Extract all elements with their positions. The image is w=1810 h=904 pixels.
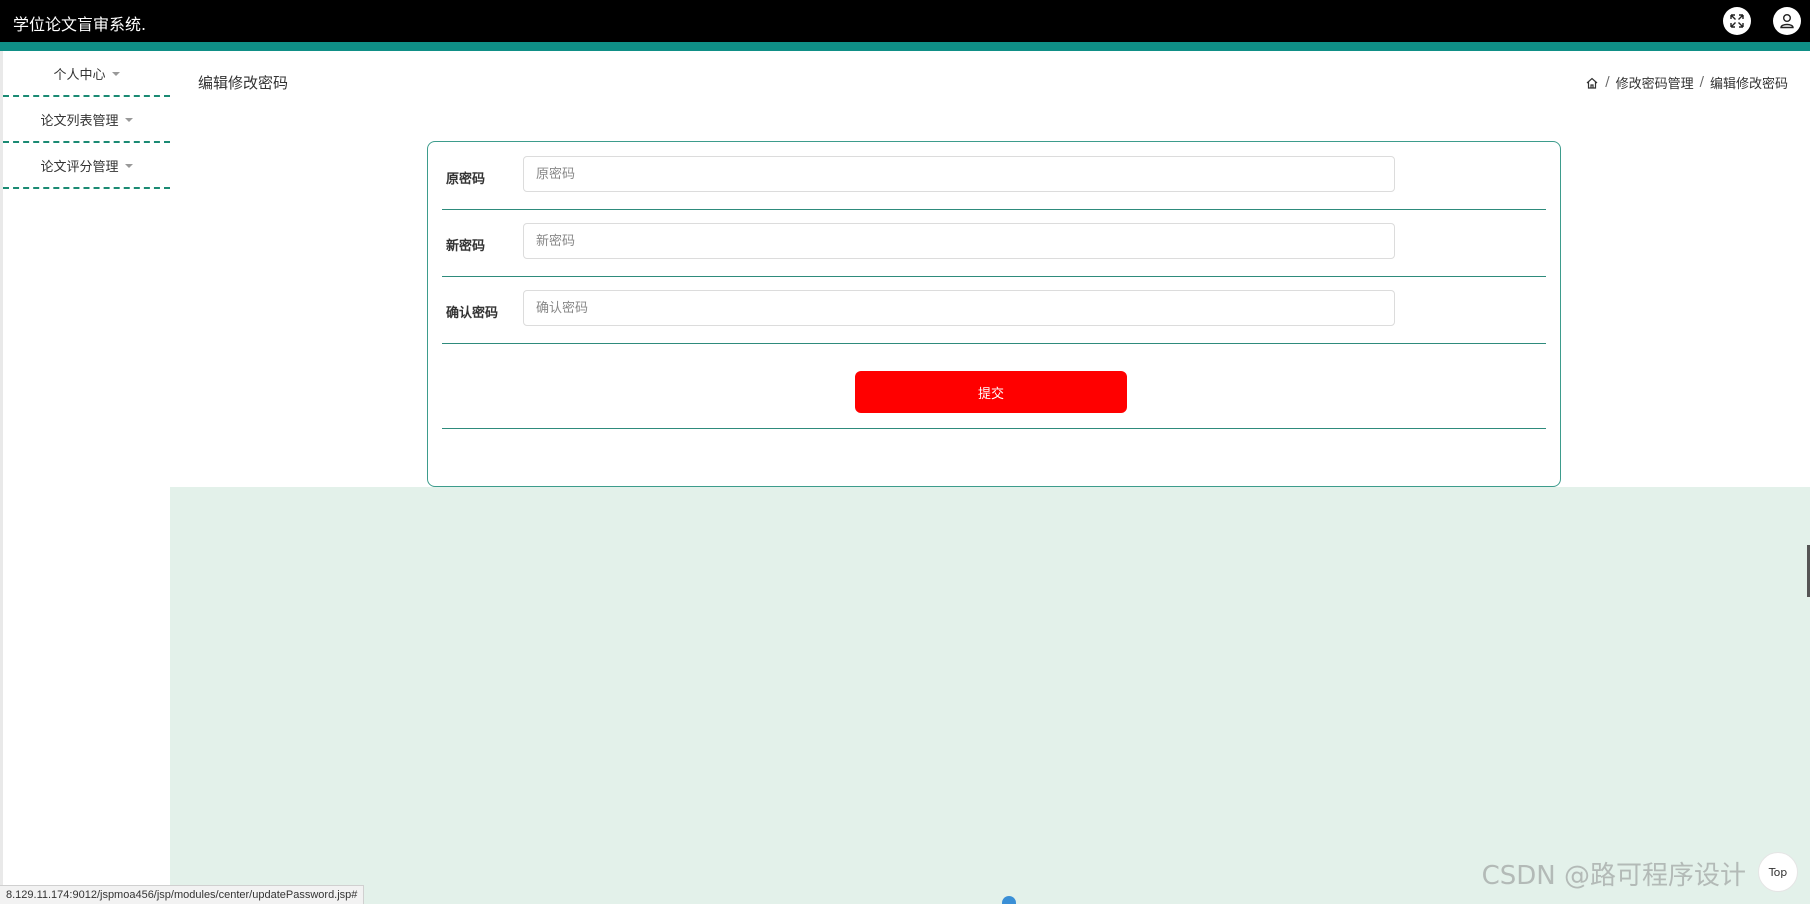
user-icon [1780,14,1794,29]
cursor-indicator [1002,896,1016,904]
breadcrumb-item: 编辑修改密码 [1709,77,1788,92]
status-bar-url: 8.129.11.174:9012/jspmoa456/jsp/modules/… [0,885,365,904]
fullscreen-button[interactable] [1723,7,1751,35]
breadcrumb-item[interactable]: 修改密码管理 [1616,73,1694,92]
old-password-row: 原密码 [442,142,1546,210]
password-form: 原密码 新密码 确认密码 提交 [427,141,1561,487]
page-title: 编辑修改密码 [198,74,289,92]
sidebar-item-label: 论文评分管理 [40,159,119,175]
sidebar-item-label: 个人中心 [53,67,106,83]
chevron-down-icon [111,72,120,76]
chevron-down-icon [124,164,133,168]
top-bar: 学位论文盲审系统. [0,0,1810,42]
submit-row: 提交 [442,358,1546,429]
new-password-label: 新密码 [446,239,486,254]
new-password-row: 新密码 [442,209,1546,277]
confirm-password-input[interactable] [523,290,1395,326]
content-background [170,487,1810,904]
sidebar-item-thesis-list[interactable]: 论文列表管理 [3,97,170,143]
submit-button[interactable]: 提交 [855,371,1127,413]
sidebar: 个人中心 论文列表管理 论文评分管理 [0,51,170,904]
old-password-input[interactable] [523,156,1395,192]
sidebar-item-personal-center[interactable]: 个人中心 [3,51,170,97]
app-title: 学位论文盲审系统. [13,15,147,34]
confirm-password-label: 确认密码 [446,306,499,321]
main-content: 编辑修改密码 / 修改密码管理 / 编辑修改密码 原密码 新密码 确认密码 提交 [170,51,1810,904]
breadcrumb-separator: / [1605,75,1610,90]
fullscreen-icon [1730,14,1744,28]
sidebar-item-label: 论文列表管理 [40,113,119,129]
header-accent-stripe [0,42,1810,51]
chevron-down-icon [124,118,133,122]
old-password-label: 原密码 [446,172,486,187]
new-password-input[interactable] [523,223,1395,259]
breadcrumb-separator: / [1699,75,1704,90]
confirm-password-row: 确认密码 [442,276,1546,344]
breadcrumb: / 修改密码管理 / 编辑修改密码 [1585,73,1788,92]
home-icon[interactable] [1585,76,1599,90]
user-button[interactable] [1773,7,1801,35]
back-to-top-button[interactable]: Top [1758,852,1798,892]
watermark: CSDN @路可程序设计 [1481,861,1746,891]
sidebar-item-thesis-score[interactable]: 论文评分管理 [3,143,170,189]
